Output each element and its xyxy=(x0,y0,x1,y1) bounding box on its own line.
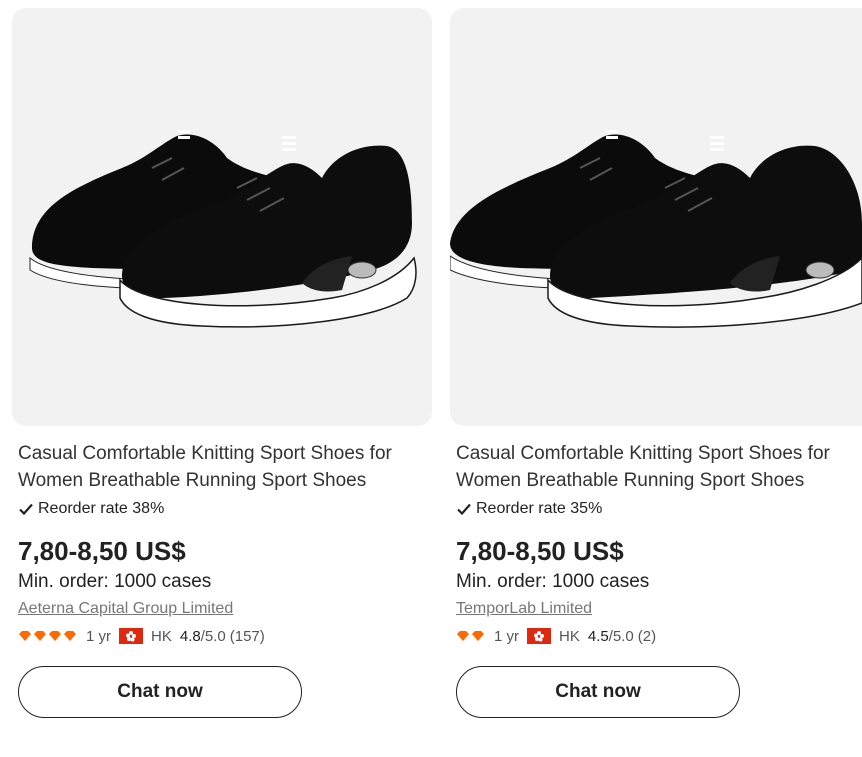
supplier-link[interactable]: Aeterna Capital Group Limited xyxy=(18,598,233,620)
supplier-meta: 1 yr HK 4.5/5.0 (2) xyxy=(456,626,862,646)
product-image[interactable] xyxy=(450,8,862,426)
review-count: (2) xyxy=(637,627,657,645)
supplier-meta: 1 yr HK 4.8/5.0 (157) xyxy=(18,626,432,646)
diamond-icon xyxy=(64,631,76,641)
product-title[interactable]: Casual Comfortable Knitting Sport Shoes … xyxy=(18,440,418,494)
product-price: 7,80-8,50 US$ xyxy=(18,536,186,566)
diamond-icon xyxy=(472,631,484,641)
min-order: Min. order: 1000 cases xyxy=(456,571,650,592)
product-image[interactable] xyxy=(12,8,432,426)
reorder-rate-label: Reorder rate 38% xyxy=(38,500,165,517)
supplier-years: 1 yr xyxy=(494,627,520,645)
checkmark-icon xyxy=(19,503,33,516)
supplier-country: HK xyxy=(151,627,172,645)
reorder-rate-label: Reorder rate 35% xyxy=(476,500,603,517)
diamond-icon xyxy=(19,631,31,641)
reorder-rate: Reorder rate 35% xyxy=(456,498,862,520)
supplier-level xyxy=(456,631,486,641)
rating-value: 4.5 xyxy=(587,627,609,645)
supplier-rating: 4.5/5.0 xyxy=(588,628,634,645)
min-order: Min. order: 1000 cases xyxy=(18,571,212,592)
chat-now-button[interactable]: Chat now xyxy=(18,666,302,718)
rating-max: /5.0 xyxy=(200,627,226,645)
reorder-rate: Reorder rate 38% xyxy=(18,498,432,520)
rating-max: /5.0 xyxy=(608,627,634,645)
hong-kong-flag-icon xyxy=(119,628,144,644)
diamond-icon xyxy=(34,631,46,641)
supplier-country: HK xyxy=(559,627,580,645)
diamond-icon xyxy=(457,631,469,641)
supplier-rating: 4.8/5.0 xyxy=(180,628,226,645)
supplier-link[interactable]: TemporLab Limited xyxy=(456,598,592,620)
checkmark-icon xyxy=(457,503,471,516)
chat-now-button[interactable]: Chat now xyxy=(456,666,740,718)
rating-value: 4.8 xyxy=(179,627,201,645)
supplier-years: 1 yr xyxy=(86,627,112,645)
hong-kong-flag-icon xyxy=(527,628,552,644)
product-price: 7,80-8,50 US$ xyxy=(456,536,624,566)
review-count: (157) xyxy=(229,627,265,645)
product-title[interactable]: Casual Comfortable Knitting Sport Shoes … xyxy=(456,440,856,494)
diamond-icon xyxy=(49,631,61,641)
product-card[interactable]: Casual Comfortable Knitting Sport Shoes … xyxy=(12,8,432,718)
supplier-level xyxy=(18,631,78,641)
product-card[interactable]: Casual Comfortable Knitting Sport Shoes … xyxy=(450,8,862,718)
